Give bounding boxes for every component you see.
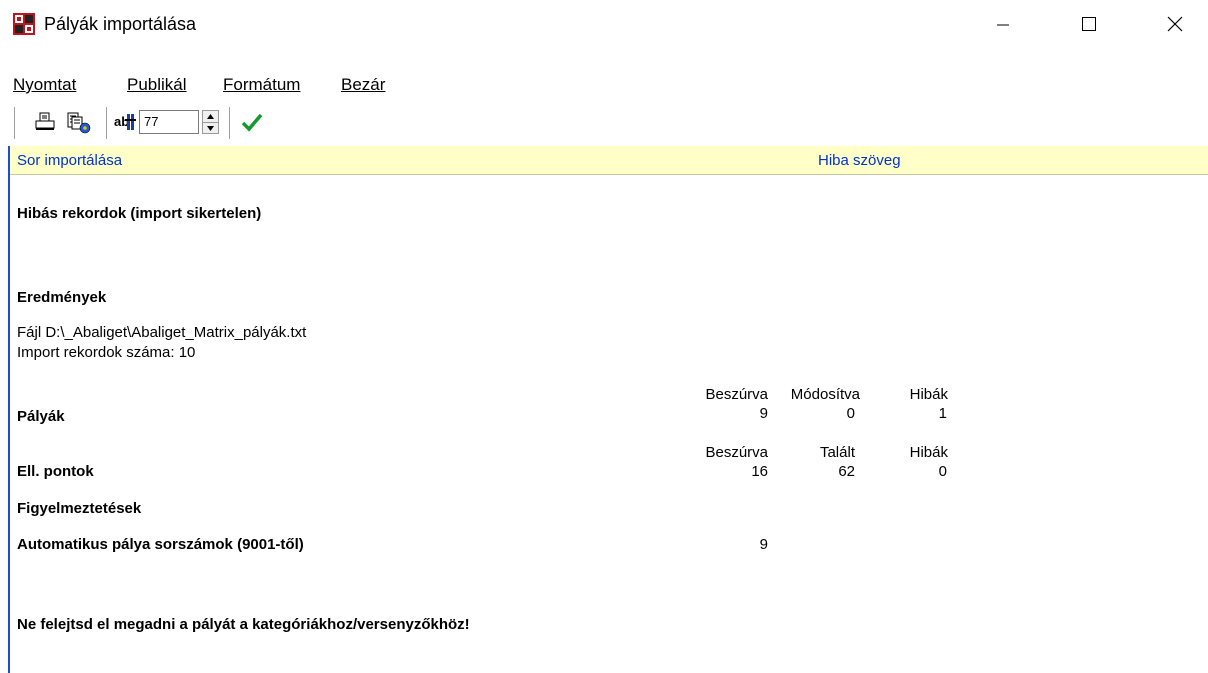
app-icon	[13, 13, 35, 35]
report-column-header: Sor importálása Hiba szöveg	[10, 146, 1208, 175]
courses-errors-value: 1	[938, 405, 947, 422]
toolbar-separator	[14, 107, 18, 139]
courses-modified-header: Módosítva	[790, 386, 860, 403]
minimize-icon	[997, 24, 1009, 26]
courses-errors-header: Hibák	[909, 386, 948, 403]
auto-course-numbers-value: 9	[759, 536, 768, 553]
courses-modified-value: 0	[846, 405, 855, 422]
file-path-line: Fájl D:\_Abaliget\Abaliget_Matrix_pályák…	[17, 324, 307, 341]
menu-formatum[interactable]: Formátum	[223, 75, 300, 95]
printer-icon	[35, 112, 55, 130]
courses-label: Pályák	[17, 408, 65, 425]
checkmark-icon	[241, 113, 263, 132]
zoom-value-input[interactable]: 77	[139, 110, 199, 134]
results-heading: Eredmények	[17, 289, 107, 306]
minimize-button[interactable]	[980, 0, 1026, 48]
print-button[interactable]	[34, 111, 56, 133]
courses-inserted-header: Beszúrva	[705, 386, 768, 403]
menu-nyomtat[interactable]: Nyomtat	[13, 75, 76, 95]
window-title: Pályák importálása	[44, 14, 197, 34]
reminder-message: Ne felejtsd el megadni a pályát a kategó…	[17, 616, 470, 633]
controls-inserted-header: Beszúrva	[705, 444, 768, 461]
print-preview-button[interactable]	[66, 111, 92, 135]
controls-label: Ell. pontok	[17, 463, 94, 480]
maximize-icon	[1082, 17, 1096, 31]
controls-inserted-value: 16	[751, 463, 768, 480]
courses-inserted-value: 9	[759, 405, 768, 422]
controls-found-header: Talált	[819, 444, 855, 461]
column-header-row-import: Sor importálása	[17, 152, 123, 169]
toolbar-separator	[106, 107, 110, 139]
record-count-line: Import rekordok száma: 10	[17, 344, 196, 361]
auto-course-numbers-label: Automatikus pálya sorszámok (9001-től)	[17, 536, 304, 553]
failed-records-heading: Hibás rekordok (import sikertelen)	[17, 205, 262, 222]
report-view: Sor importálása Hiba szöveg Hibás rekord…	[8, 146, 1208, 673]
menu-bezar[interactable]: Bezár	[341, 75, 385, 95]
menu-nyomtat-label: Nyomtat	[13, 75, 77, 94]
font-size-button[interactable]: ab	[114, 111, 136, 133]
spinner-up-button[interactable]	[203, 111, 218, 123]
close-button[interactable]	[1152, 0, 1198, 48]
close-icon	[1167, 16, 1183, 32]
font-size-icon: ab	[114, 114, 136, 130]
print-setup-icon	[67, 112, 91, 134]
column-header-error-text: Hiba szöveg	[818, 152, 901, 169]
menu-bar: Nyomtat Publikál Formátum Bezár	[0, 70, 1208, 98]
controls-errors-header: Hibák	[909, 444, 948, 461]
toolbar-separator	[229, 107, 233, 139]
ok-button[interactable]	[240, 111, 264, 133]
maximize-button[interactable]	[1066, 0, 1112, 48]
menu-formatum-label: Formátum	[223, 75, 301, 94]
zoom-spinner[interactable]	[202, 110, 219, 134]
toolbar: ab 77	[0, 101, 1208, 145]
controls-found-value: 62	[838, 463, 855, 480]
menu-publikal-label: Publikál	[127, 75, 187, 94]
menu-publikal[interactable]: Publikál	[127, 75, 187, 95]
arrow-down-icon	[207, 126, 214, 131]
menu-bezar-label: Bezár	[341, 75, 386, 94]
spinner-down-button[interactable]	[203, 123, 218, 134]
warnings-heading: Figyelmeztetések	[17, 500, 142, 517]
controls-errors-value: 0	[938, 463, 947, 480]
title-bar: Pályák importálása	[0, 0, 1208, 48]
svg-text:ab: ab	[114, 114, 129, 129]
arrow-up-icon	[207, 114, 214, 119]
